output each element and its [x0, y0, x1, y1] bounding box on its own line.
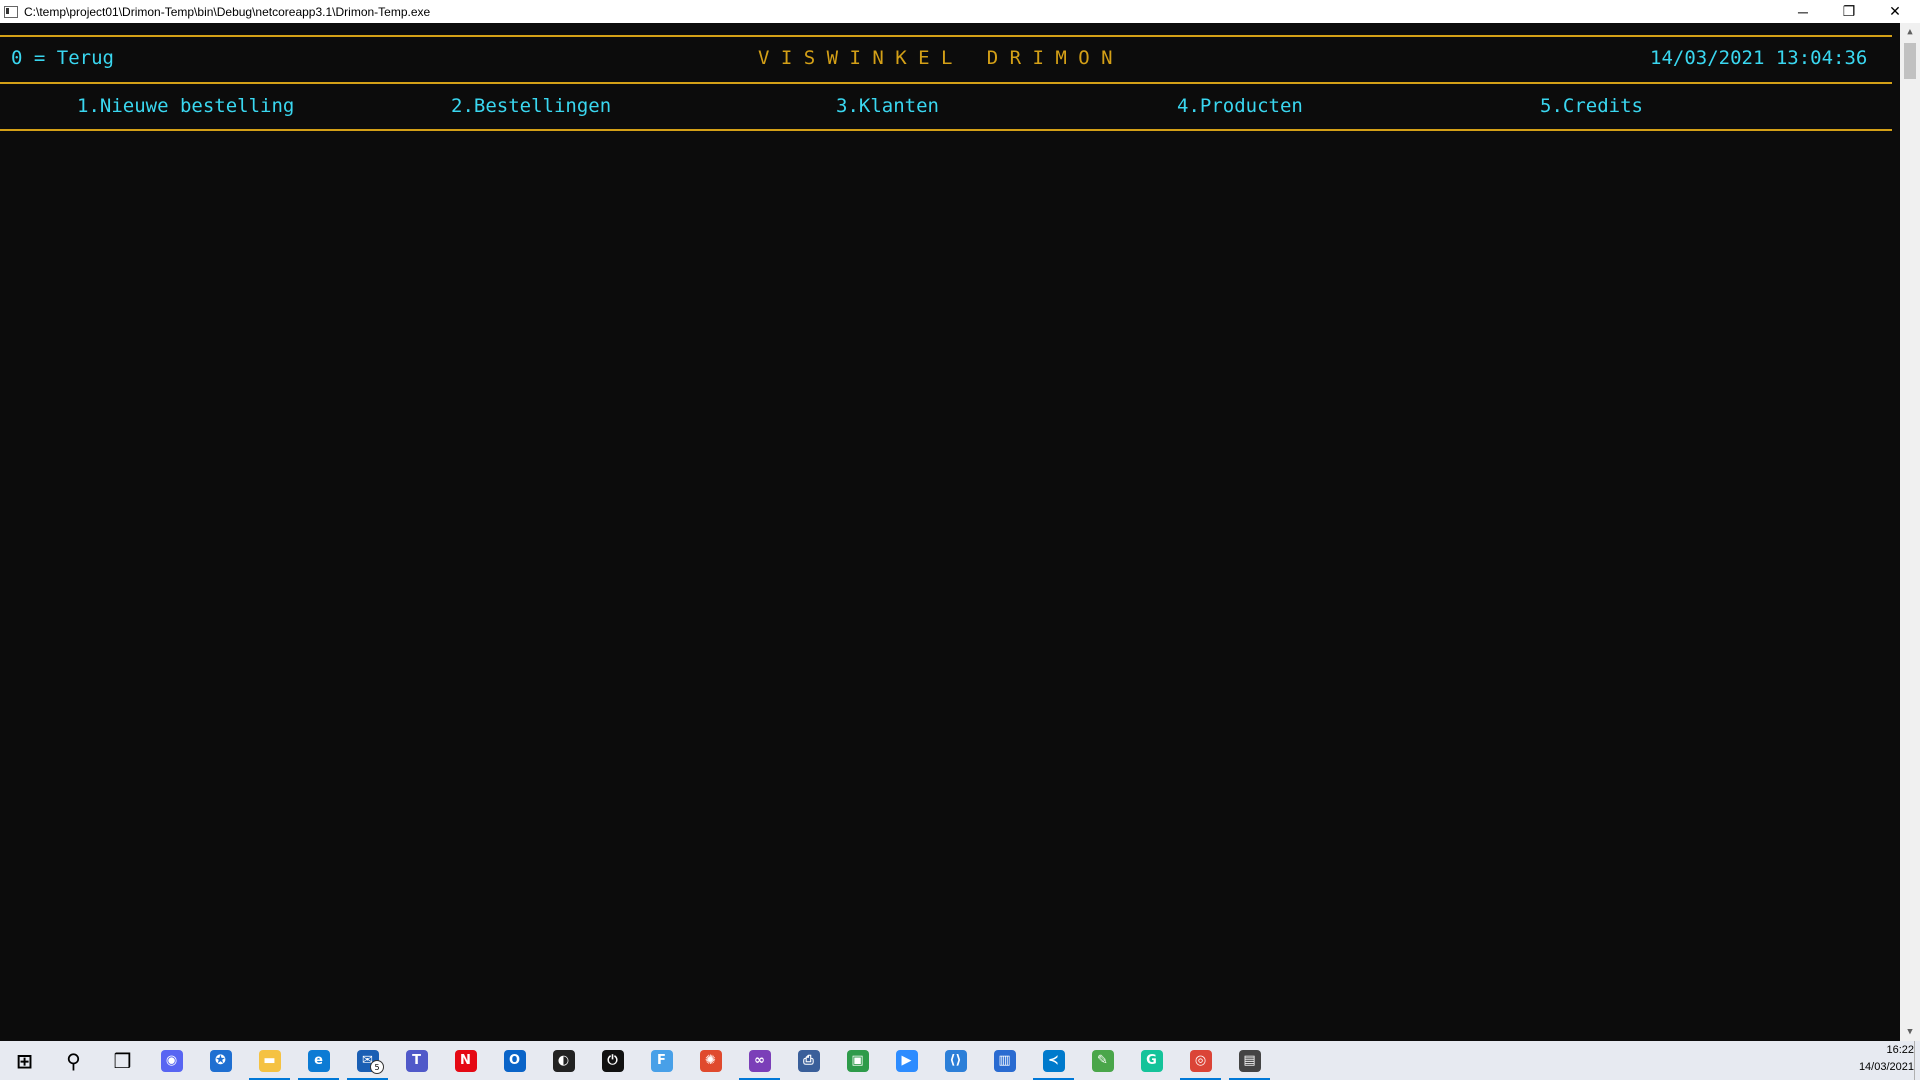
task-view-icon: ❒ [113, 1048, 132, 1073]
taskbar-zoom-button[interactable]: ▶ [882, 1041, 931, 1080]
start-icon: ⊞ [16, 1048, 33, 1073]
taskbar-outlook-button[interactable]: O [490, 1041, 539, 1080]
outlook-icon: O [503, 1049, 526, 1072]
taskbar-visual-studio-button[interactable]: ∞ [735, 1041, 784, 1080]
vertical-scrollbar[interactable]: ▲ ▼ [1900, 23, 1920, 1041]
scroll-up-icon[interactable]: ▲ [1900, 23, 1920, 41]
menu-item-products: 4.Producten [1177, 95, 1303, 117]
show-desktop-button[interactable] [1914, 1041, 1920, 1080]
app-power-icon: ⏻ [601, 1049, 624, 1072]
taskbar-app-swirl-button[interactable]: ✺ [686, 1041, 735, 1080]
minimize-button[interactable]: ─ [1780, 0, 1826, 23]
window-titlebar: C:\temp\project01\Drimon-Temp\bin\Debug\… [0, 0, 1920, 23]
menu-item-customers: 3.Klanten [836, 95, 939, 117]
app-swirl-icon: ✺ [699, 1049, 722, 1072]
taskbar-console-app-button[interactable]: ▤ [1225, 1041, 1274, 1080]
app-f-icon: F [650, 1049, 673, 1072]
close-button[interactable]: ✕ [1872, 0, 1918, 23]
vscode-icon: ≺ [1042, 1049, 1065, 1072]
taskbar-app-printer-button[interactable]: ⎙ [784, 1041, 833, 1080]
app-github-icon: ◐ [552, 1049, 575, 1072]
app-title: V I S W I N K E L D R I M O N [758, 47, 1113, 69]
taskbar-app-green-button[interactable]: ▣ [833, 1041, 882, 1080]
netflix-icon: N [454, 1049, 477, 1072]
taskbar-app-github-button[interactable]: ◐ [539, 1041, 588, 1080]
taskbar-chrome-button[interactable]: ◎ [1176, 1041, 1225, 1080]
taskbar-netflix-button[interactable]: N [441, 1041, 490, 1080]
taskbar-app-f-button[interactable]: F [637, 1041, 686, 1080]
menu-item-new-order: 1.Nieuwe bestelling [77, 95, 295, 117]
datetime-display: 14/03/2021 13:04:36 [1650, 47, 1868, 69]
taskbar-app-code-button[interactable]: ⟨⟩ [931, 1041, 980, 1080]
mail-badge: 5 [370, 1060, 384, 1074]
menu-item-orders: 2.Bestellingen [451, 95, 612, 117]
console-area[interactable]: 0 = Terug V I S W I N K E L D R I M O N … [0, 23, 1892, 1041]
search-icon: ⚲ [66, 1048, 81, 1073]
taskbar-edge-button[interactable]: e [294, 1041, 343, 1080]
taskbar-start-button[interactable]: ⊞ [0, 1041, 49, 1080]
app-code-icon: ⟨⟩ [944, 1049, 967, 1072]
menu-item-credits: 5.Credits [1540, 95, 1643, 117]
discord-icon: ◉ [160, 1049, 183, 1072]
console-app-icon: ▤ [1238, 1049, 1261, 1072]
taskbar-app-blue-button[interactable]: ✪ [196, 1041, 245, 1080]
back-option: 0 = Terug [11, 47, 114, 69]
app-printer-icon: ⎙ [797, 1049, 820, 1072]
console-app-icon [4, 5, 18, 18]
grammarly-icon: G [1140, 1049, 1163, 1072]
app-blue-icon: ✪ [209, 1049, 232, 1072]
taskbar-notepad-button[interactable]: ✎ [1078, 1041, 1127, 1080]
restore-button[interactable]: ❐ [1826, 0, 1872, 23]
taskbar-task-view-button[interactable]: ❒ [98, 1041, 147, 1080]
chrome-icon: ◎ [1189, 1049, 1212, 1072]
top-divider [0, 35, 1892, 37]
taskbar-teams-button[interactable]: T [392, 1041, 441, 1080]
visual-studio-icon: ∞ [748, 1049, 771, 1072]
window-title: C:\temp\project01\Drimon-Temp\bin\Debug\… [24, 4, 431, 19]
scroll-thumb[interactable] [1904, 43, 1916, 79]
middle-divider [0, 82, 1892, 84]
taskbar-app-power-button[interactable]: ⏻ [588, 1041, 637, 1080]
scroll-down-icon[interactable]: ▼ [1900, 1023, 1920, 1041]
taskbar-vscode-button[interactable]: ≺ [1029, 1041, 1078, 1080]
clock-time: 16:22 [1886, 1044, 1914, 1056]
taskbar-mail-button[interactable]: ✉ 5 [343, 1041, 392, 1080]
edge-icon: e [307, 1049, 330, 1072]
system-clock[interactable]: 16:22 14/03/2021 [1859, 1042, 1914, 1076]
taskbar-search-button[interactable]: ⚲ [49, 1041, 98, 1080]
taskbar-file-explorer-button[interactable]: ▬ [245, 1041, 294, 1080]
taskbar-discord-button[interactable]: ◉ [147, 1041, 196, 1080]
notepad-icon: ✎ [1091, 1049, 1114, 1072]
app-green-icon: ▣ [846, 1049, 869, 1072]
bottom-divider [0, 129, 1892, 131]
teams-icon: T [405, 1049, 428, 1072]
taskbar-grammarly-button[interactable]: G [1127, 1041, 1176, 1080]
clock-date: 14/03/2021 [1858, 1061, 1914, 1073]
taskbar-app-window-button[interactable]: ▥ [980, 1041, 1029, 1080]
file-explorer-icon: ▬ [258, 1049, 281, 1072]
app-window-icon: ▥ [993, 1049, 1016, 1072]
taskbar: ⊞ ⚲ ❒ ◉ ✪ ▬ e ✉ 5 T N O ◐ ⏻ F ✺ ∞ ⎙ ▣ ▶ ⟨⟩ ▥ ≺ ✎ G ◎ ▤ [0, 1041, 1920, 1080]
zoom-icon: ▶ [895, 1049, 918, 1072]
